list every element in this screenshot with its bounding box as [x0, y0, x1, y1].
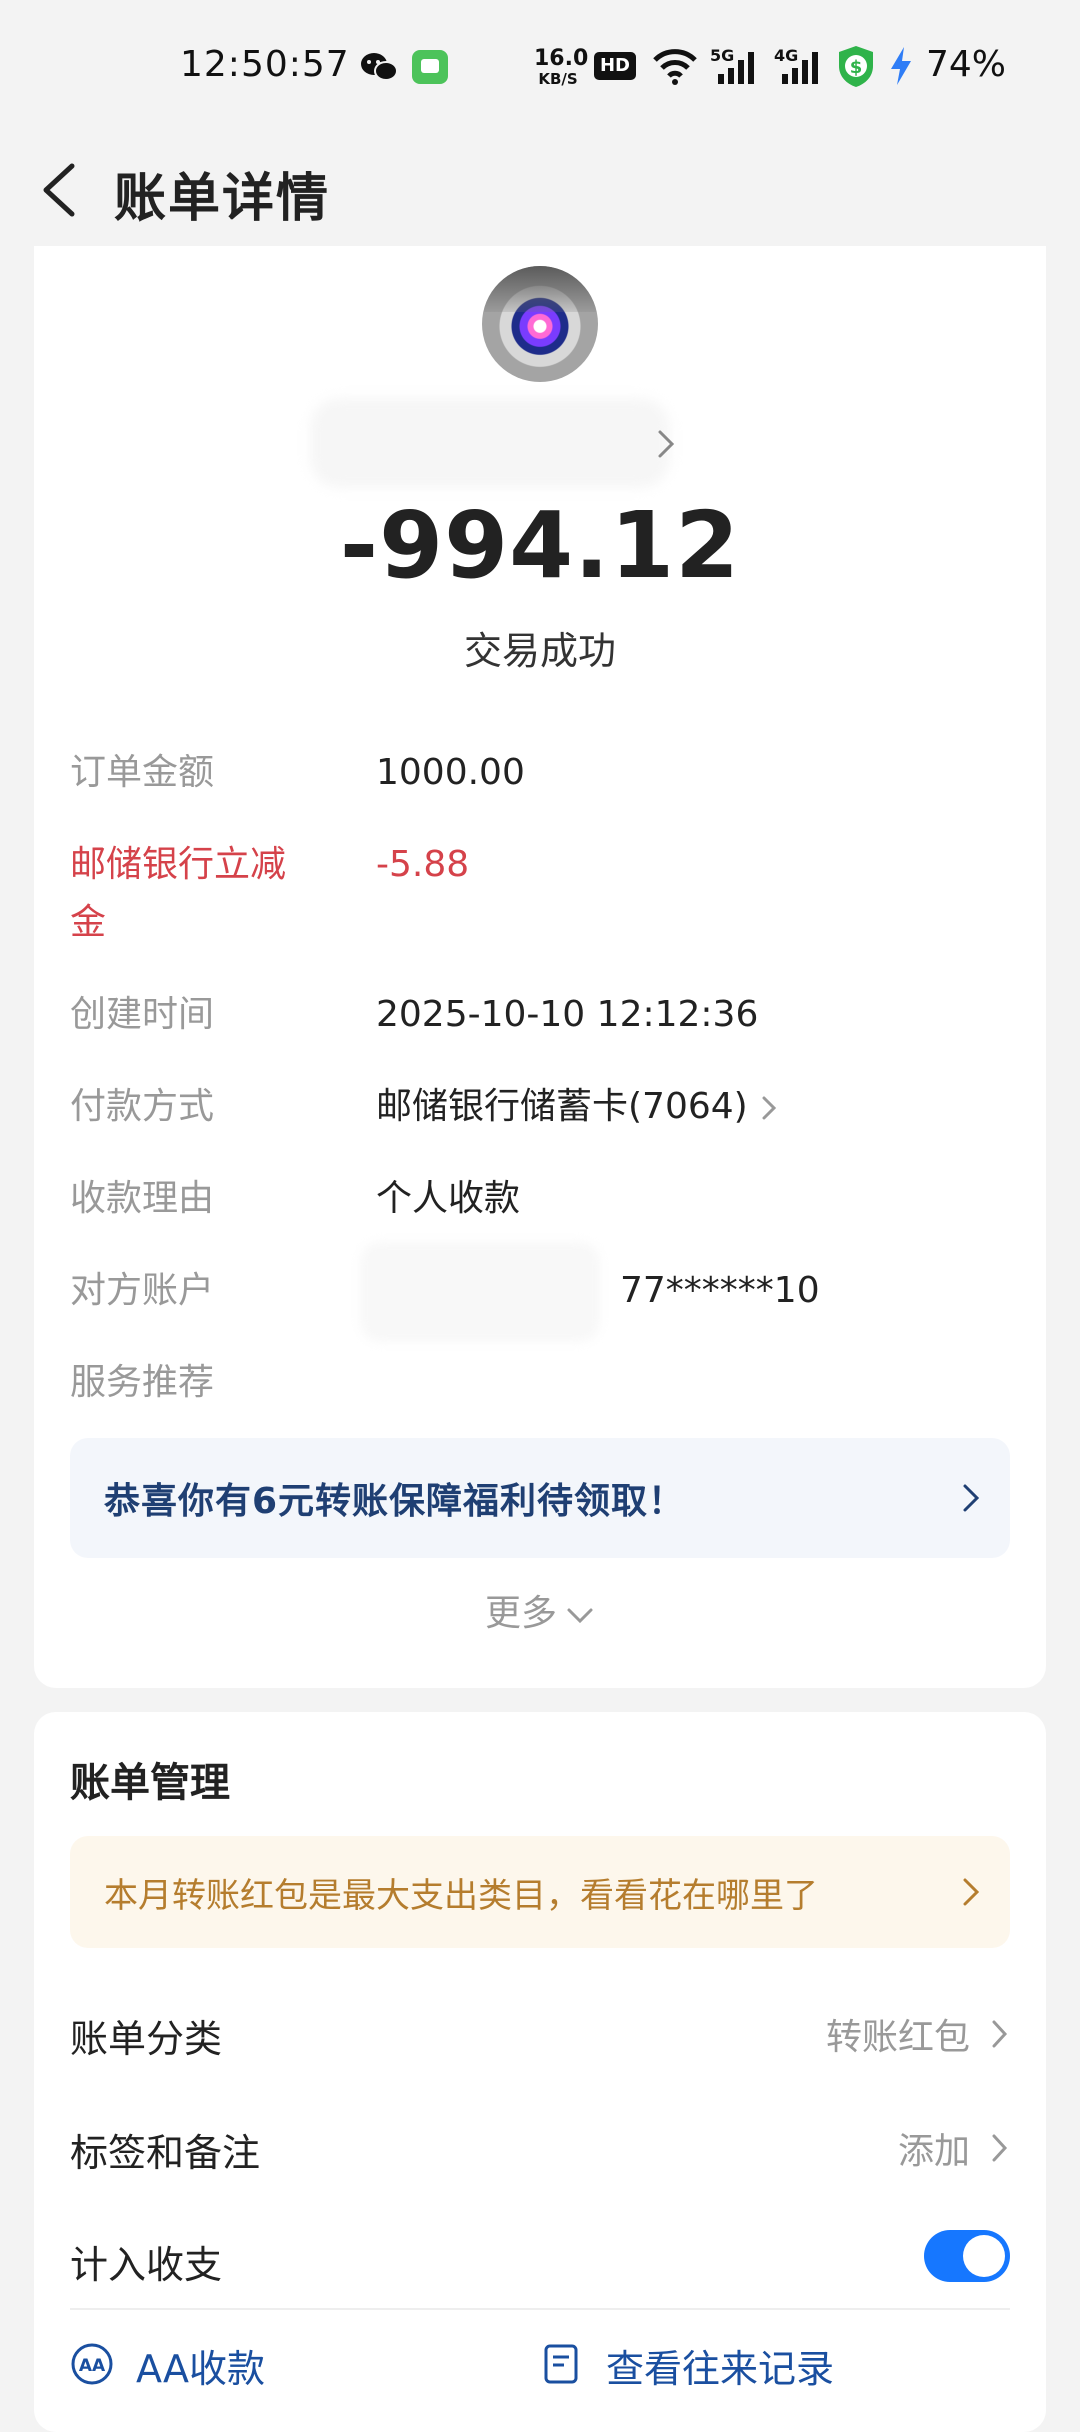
svg-text:$: $ — [850, 57, 863, 78]
detail-row-order-amount: 订单金额 1000.00 — [70, 744, 1010, 804]
transaction-amount: -994.12 — [339, 492, 741, 599]
aa-icon: AA — [71, 2343, 113, 2385]
view-history-label: 查看往来记录 — [606, 2347, 835, 2391]
svg-text:AA: AA — [79, 2356, 106, 2376]
transaction-status: 交易成功 — [463, 629, 616, 673]
detail-label: 订单金额 — [70, 752, 215, 793]
detail-row-created-time: 创建时间 2025-10-10 12:12:36 — [70, 986, 1010, 1046]
bill-management-card: 账单管理 本月转账红包是最大支出类目，看看花在哪里了 账单分类 转账红包 标签和… — [34, 1712, 1046, 2432]
transfer-protection-banner[interactable]: 恭喜你有6元转账保障福利待领取！ — [70, 1438, 1010, 1558]
tip-text: 本月转账红包是最大支出类目，看看花在哪里了 — [104, 1876, 818, 1916]
chevron-down-icon — [567, 1608, 593, 1624]
payment-method-link[interactable]: 邮储银行储蓄卡(7064) — [376, 1078, 780, 1136]
detail-label: 创建时间 — [70, 994, 215, 1035]
detail-row-reason: 收款理由 个人收款 — [70, 1170, 1010, 1230]
bill-category-label: 账单分类 — [70, 2017, 223, 2061]
include-in-stats-toggle[interactable] — [924, 2230, 1010, 2282]
aa-collect-label: AA收款 — [136, 2347, 266, 2391]
payee-name-redacted[interactable] — [310, 398, 670, 488]
more-label: 更多 — [484, 1593, 557, 1634]
detail-row-counterparty-account: 对方账户 77******10 — [70, 1242, 1010, 1342]
section-title: 账单管理 — [70, 1760, 230, 1806]
message-icon — [412, 50, 448, 84]
include-in-stats-row: 计入收支 — [70, 2220, 1010, 2300]
spending-tip-banner[interactable]: 本月转账红包是最大支出类目，看看花在哪里了 — [70, 1836, 1010, 1948]
payee-avatar[interactable] — [482, 266, 598, 382]
header: 账单详情 — [0, 130, 1080, 250]
records-icon — [544, 2344, 578, 2384]
detail-row-payment-method[interactable]: 付款方式 邮储银行储蓄卡(7064) — [70, 1078, 1010, 1138]
include-in-stats-label: 计入收支 — [70, 2243, 223, 2287]
detail-row-discount: 邮储银行立减金 -5.88 — [70, 836, 1010, 956]
toggle-knob — [963, 2235, 1005, 2277]
wechat-icon — [361, 53, 398, 81]
bill-category-value: 转账红包 — [825, 2017, 970, 2058]
status-time: 12:50:57 — [180, 44, 350, 85]
detail-label: 对方账户 — [70, 1270, 215, 1311]
detail-value: 个人收款 — [376, 1178, 521, 1219]
battery-level: 74% — [926, 44, 1007, 85]
divider — [70, 2308, 1010, 2310]
view-history-button[interactable]: 查看往来记录 — [540, 2334, 980, 2404]
chevron-right-icon — [963, 1484, 980, 1512]
signal-5g-icon: 5G — [710, 46, 760, 86]
detail-row-service-recommend: 服务推荐 — [70, 1354, 1010, 1414]
security-shield-icon: $ — [839, 46, 873, 87]
tags-notes-value: 添加 — [897, 2131, 970, 2172]
detail-label: 邮储银行立减金 — [70, 844, 287, 943]
detail-label: 收款理由 — [70, 1178, 215, 1219]
promo-text: 恭喜你有6元转账保障福利待领取！ — [104, 1481, 686, 1522]
wifi-icon — [653, 49, 697, 85]
detail-label: 服务推荐 — [70, 1362, 215, 1403]
chevron-right-icon — [963, 1878, 980, 1906]
chevron-right-icon[interactable] — [654, 424, 680, 464]
bill-category-row[interactable]: 账单分类 转账红包 — [70, 1994, 1010, 2074]
account-redacted — [360, 1242, 600, 1342]
network-speed: 16.0 KB/S — [534, 46, 589, 88]
chevron-right-icon — [762, 1096, 776, 1120]
signal-4g-icon: 4G — [774, 46, 824, 86]
detail-value: 77******10 — [620, 1270, 820, 1311]
detail-value: 邮储银行储蓄卡(7064) — [376, 1086, 748, 1127]
tags-notes-row[interactable]: 标签和备注 添加 — [70, 2108, 1010, 2188]
aa-collect-button[interactable]: AA AA收款 — [70, 2334, 350, 2404]
bill-detail-card: -994.12 交易成功 订单金额 1000.00 邮储银行立减金 -5.88 … — [34, 246, 1046, 1688]
more-button[interactable]: 更多 — [34, 1584, 1046, 1636]
detail-value: 1000.00 — [376, 752, 525, 793]
status-bar: 12:50:57 16.0 KB/S HD 5G 4G $ 74% — [0, 0, 1080, 130]
hd-icon: HD — [594, 52, 636, 80]
detail-value: 2025-10-10 12:12:36 — [376, 994, 759, 1035]
page-title: 账单详情 — [114, 169, 331, 229]
detail-label: 付款方式 — [70, 1086, 215, 1127]
charging-icon — [891, 47, 911, 85]
back-arrow-icon[interactable] — [36, 150, 86, 230]
chevron-right-icon — [992, 2134, 1008, 2162]
chevron-right-icon — [992, 2020, 1008, 2048]
tags-notes-label: 标签和备注 — [70, 2131, 261, 2175]
detail-value: -5.88 — [376, 844, 470, 885]
